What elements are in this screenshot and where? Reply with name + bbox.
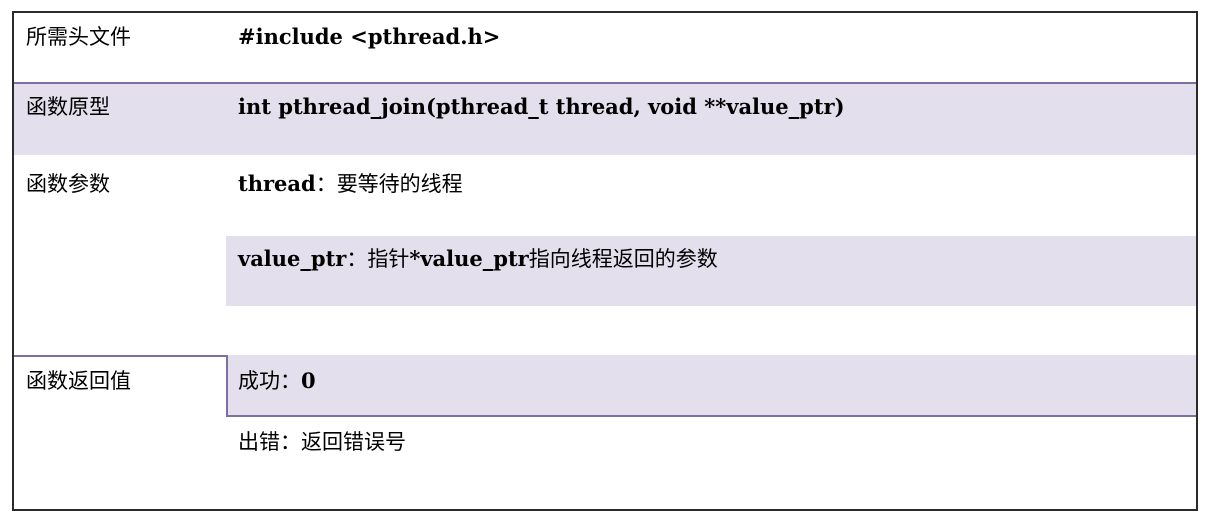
param-thread: thread：要等待的线程: [238, 171, 463, 197]
param-value-ptr: value_ptr：指针*value_ptr指向线程返回的参数: [238, 246, 718, 272]
header-file-value: #include <pthread.h>: [238, 24, 501, 49]
param-value-ptr-desc-pre: 指针: [367, 247, 410, 271]
return-error: 出错：返回错误号: [238, 429, 406, 455]
return-success-bottom-rule: [226, 415, 1196, 417]
prototype-value: int pthread_join(pthread_t thread, void …: [238, 94, 845, 119]
return-error-sep: ：: [280, 430, 301, 454]
return-success: 成功：0: [238, 368, 316, 394]
param-thread-name: thread: [238, 171, 316, 196]
param-value-ptr-sep: ：: [346, 247, 368, 271]
param-thread-desc: 要等待的线程: [336, 172, 463, 196]
params-label: 函数参数: [26, 172, 110, 196]
function-reference-table: 所需头文件 #include <pthread.h> 函数原型 int pthr…: [12, 11, 1198, 511]
prototype-label: 函数原型: [26, 95, 110, 119]
return-success-name: 成功: [238, 369, 280, 393]
header-row-divider: [14, 82, 1196, 84]
param-thread-sep: ：: [315, 172, 337, 196]
header-file-label: 所需头文件: [26, 25, 131, 49]
param-value-ptr-desc-post: 指向线程返回的参数: [528, 247, 718, 271]
return-success-sep: ：: [280, 369, 301, 393]
return-error-desc: 返回错误号: [301, 430, 406, 454]
return-value-label: 函数返回值: [26, 369, 131, 393]
param-value-ptr-name: value_ptr: [238, 246, 347, 271]
param-value-ptr-desc-bold: *value_ptr: [409, 246, 529, 271]
return-error-name: 出错: [238, 430, 280, 454]
return-success-band: [226, 355, 1196, 417]
return-value-column-rule: [226, 355, 228, 417]
return-success-desc: 0: [301, 368, 316, 393]
return-row-top-rule: [14, 355, 228, 357]
